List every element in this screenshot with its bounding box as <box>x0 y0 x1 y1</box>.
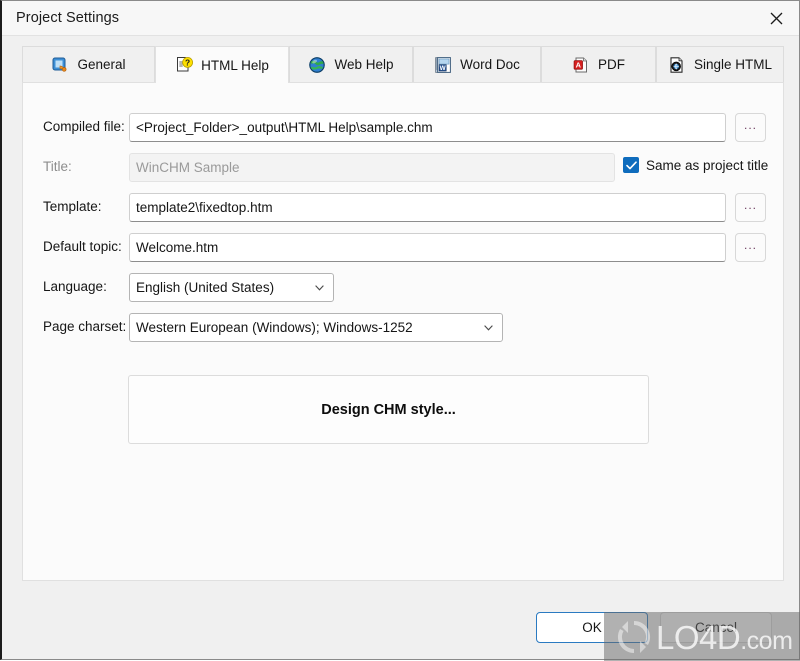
default-topic-label: Default topic: <box>43 239 122 254</box>
design-chm-style-label: Design CHM style... <box>321 401 456 418</box>
compiled-file-input[interactable]: <Project_Folder>_output\HTML Help\sample… <box>129 113 726 142</box>
page-charset-value: Western European (Windows); Windows-1252 <box>136 320 413 335</box>
language-label: Language: <box>43 279 107 294</box>
cancel-button[interactable]: Cancel <box>660 612 772 643</box>
general-icon <box>51 56 69 74</box>
design-chm-style-button[interactable]: Design CHM style... <box>128 375 649 444</box>
cancel-button-label: Cancel <box>694 620 738 635</box>
check-icon <box>625 160 637 169</box>
tab-pdf-label: PDF <box>598 57 625 72</box>
title-bar: Project Settings <box>2 1 799 36</box>
ok-button-label: OK <box>582 620 602 635</box>
page-charset-label: Page charset: <box>43 319 127 334</box>
close-icon[interactable] <box>753 1 799 35</box>
single-html-icon <box>668 56 686 74</box>
tab-general-label: General <box>77 57 126 72</box>
svg-text:A: A <box>576 60 582 69</box>
same-as-project-title-checkbox[interactable]: Same as project title <box>623 157 768 173</box>
tab-html-help[interactable]: ? HTML Help <box>155 46 289 83</box>
html-help-icon: ? <box>175 56 194 74</box>
tab-web-help[interactable]: Web Help <box>289 46 413 82</box>
title-label: Title: <box>43 159 72 174</box>
default-topic-browse-button[interactable]: ... <box>735 233 766 262</box>
window-title: Project Settings <box>16 10 120 26</box>
language-select[interactable]: English (United States) <box>129 273 334 302</box>
checkbox-box <box>623 157 639 173</box>
tab-html-help-label: HTML Help <box>201 57 269 73</box>
tab-word-doc-label: Word Doc <box>460 57 520 72</box>
template-input[interactable]: template2\fixedtop.htm <box>129 193 726 222</box>
default-topic-input[interactable]: Welcome.htm <box>129 233 726 262</box>
title-input[interactable]: WinCHM Sample <box>129 153 615 182</box>
compiled-file-browse-button[interactable]: ... <box>735 113 766 142</box>
template-label: Template: <box>43 199 102 214</box>
html-help-panel: Compiled file: <Project_Folder>_output\H… <box>22 82 784 581</box>
close-glyph <box>770 12 782 24</box>
ellipsis-icon: ... <box>743 198 757 212</box>
chevron-down-icon <box>315 284 324 291</box>
svg-text:?: ? <box>185 58 190 68</box>
tab-general[interactable]: General <box>22 46 155 82</box>
tab-pdf[interactable]: A PDF <box>541 46 656 82</box>
project-settings-dialog: Project Settings General ? HTML Help Web… <box>0 0 800 661</box>
word-doc-icon: W <box>434 56 452 74</box>
template-browse-button[interactable]: ... <box>735 193 766 222</box>
tab-word-doc[interactable]: W Word Doc <box>413 46 541 82</box>
page-charset-select[interactable]: Western European (Windows); Windows-1252 <box>129 313 503 342</box>
language-value: English (United States) <box>136 280 275 295</box>
tab-web-help-label: Web Help <box>334 57 394 72</box>
compiled-file-label: Compiled file: <box>43 119 125 134</box>
svg-text:W: W <box>440 64 447 71</box>
chevron-down-icon <box>484 324 493 331</box>
tab-strip: General ? HTML Help Web Help W Word Doc … <box>22 46 784 83</box>
ellipsis-icon: ... <box>743 118 757 132</box>
same-as-project-title-label: Same as project title <box>646 157 769 173</box>
tab-single-html-label: Single HTML <box>693 57 773 72</box>
ellipsis-icon: ... <box>743 238 757 252</box>
pdf-icon: A <box>572 56 590 74</box>
web-help-icon <box>308 56 326 74</box>
tab-single-html[interactable]: Single HTML <box>656 46 784 82</box>
ok-button[interactable]: OK <box>536 612 648 643</box>
